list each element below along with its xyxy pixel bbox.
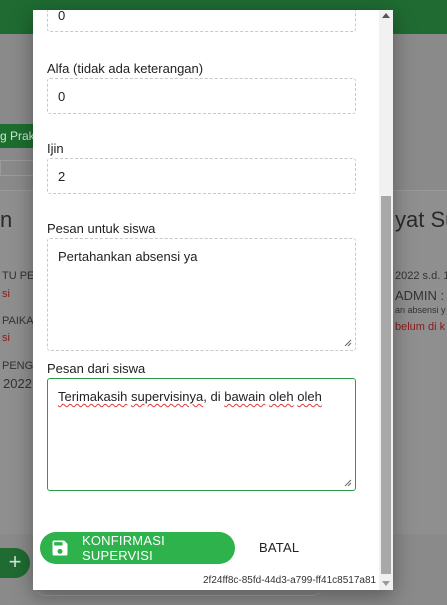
- konfirmasi-supervisi-button[interactable]: KONFIRMASI SUPERVISI: [40, 532, 235, 564]
- background-tab: g Prak: [0, 124, 36, 148]
- background-card-right: [393, 190, 447, 534]
- scroll-down-arrow-icon[interactable]: [382, 581, 390, 586]
- alfa-label: Alfa (tidak ada keterangan): [47, 61, 204, 76]
- background-right-text: an absensi y: [395, 305, 446, 315]
- scroll-up-arrow-icon[interactable]: [382, 13, 390, 18]
- pesan-untuk-siswa-value: Pertahankan absensi ya: [58, 249, 198, 264]
- background-right-text: 2022 s.d. 1: [395, 270, 447, 282]
- background-left-text: PENG: [2, 360, 34, 372]
- pesan-dari-siswa-value: Terimakasih supervisinya, di bawain oleh…: [58, 389, 322, 404]
- supervision-dialog: 0 Alfa (tidak ada keterangan) 0 Ijin 2 P…: [33, 10, 393, 590]
- konfirmasi-supervisi-label: KONFIRMASI SUPERVISI: [82, 533, 165, 563]
- background-right-text: belum di k: [395, 321, 446, 333]
- background-right-title: yat Su: [395, 207, 447, 232]
- background-left-text: 2022: [3, 376, 32, 391]
- session-id-text: 2f24ff8c-85fd-44d3-a799-ff41c8517a81: [203, 575, 377, 586]
- scrollbar-thumb[interactable]: [381, 196, 391, 574]
- pesan-untuk-siswa-textarea[interactable]: Pertahankan absensi ya: [47, 238, 356, 351]
- pesan-untuk-siswa-label: Pesan untuk siswa: [47, 221, 156, 236]
- pesan-dari-siswa-label: Pesan dari siswa: [47, 361, 146, 376]
- pesan-dari-siswa-textarea[interactable]: Terimakasih supervisinya, di bawain oleh…: [47, 378, 356, 491]
- resize-grip-icon[interactable]: [344, 339, 352, 347]
- resize-grip-icon[interactable]: [344, 479, 352, 487]
- ijin-value: 2: [58, 169, 66, 184]
- background-left-title: n: [0, 207, 13, 232]
- background-right-text: ADMIN :: [395, 288, 445, 303]
- background-left-text: TU PE: [2, 270, 35, 282]
- alfa-value: 0: [58, 89, 66, 104]
- background-left-text: PAIKA: [2, 315, 34, 327]
- background-add-button: +: [0, 548, 30, 578]
- batal-button[interactable]: BATAL: [259, 540, 299, 555]
- alfa-field[interactable]: 0: [47, 78, 356, 114]
- ijin-field[interactable]: 2: [47, 158, 356, 194]
- previous-count-value: 0: [58, 10, 66, 23]
- dialog-scroll-content[interactable]: 0 Alfa (tidak ada keterangan) 0 Ijin 2 P…: [33, 10, 378, 590]
- background-left-text: si: [2, 332, 10, 344]
- background-left-text: si: [2, 288, 10, 300]
- background-tab-outline: [0, 160, 36, 176]
- dialog-scrollbar[interactable]: [379, 10, 393, 590]
- previous-count-field[interactable]: 0: [47, 10, 356, 32]
- save-icon: [50, 538, 70, 558]
- ijin-label: Ijin: [47, 141, 64, 156]
